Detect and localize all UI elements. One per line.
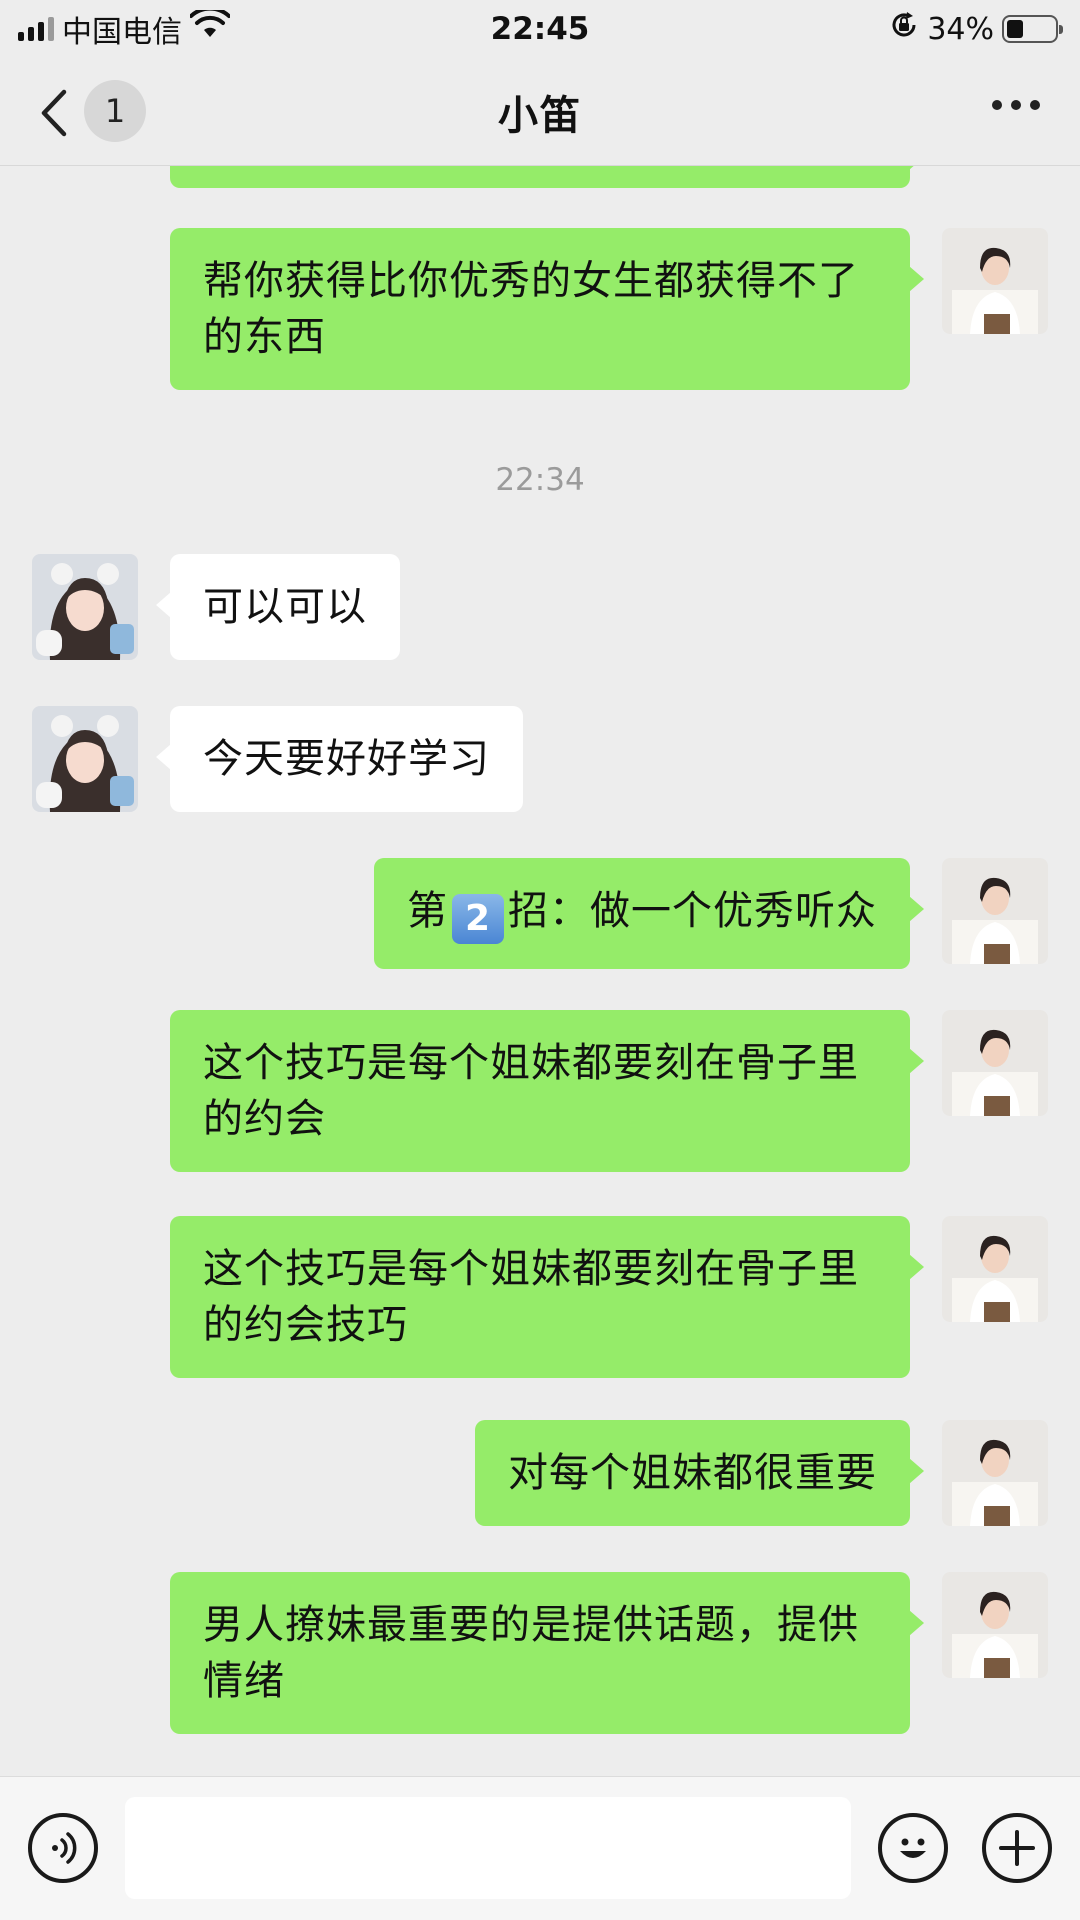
message-bubble-in[interactable]: 可以可以 — [156, 554, 400, 660]
status-right: 34% — [889, 10, 1063, 48]
battery-fill — [1007, 20, 1023, 38]
message-input[interactable] — [125, 1797, 851, 1899]
more-dots-icon[interactable] — [992, 100, 1040, 110]
avatar-contact[interactable] — [32, 706, 138, 812]
message-bubble-out[interactable]: 帮你获得比你优秀的女生都获得不了的东西 — [170, 228, 924, 390]
status-bar: 中国电信 22:45 34% — [0, 0, 1080, 58]
avatar-self[interactable] — [942, 1572, 1048, 1678]
message-bubble-out[interactable]: 男人撩妹最重要的是提供话题，提供情绪 — [170, 1572, 924, 1734]
message-bubble-out[interactable]: 这个技巧是每个姐妹都要刻在骨子里的约会技巧 — [170, 1216, 924, 1378]
message-timestamp: 22:34 — [495, 462, 585, 498]
chat-area[interactable]: 帮你获得比你优秀的女生都获得不了的东西 22:34 可以可以 今天要好好学习 第… — [0, 166, 1080, 1776]
signal-icon — [18, 17, 54, 41]
carrier-label: 中国电信 — [62, 15, 182, 50]
voice-icon[interactable] — [28, 1813, 98, 1883]
avatar-self[interactable] — [942, 1420, 1048, 1526]
avatar-self[interactable] — [942, 228, 1048, 334]
emoji-icon[interactable] — [878, 1813, 948, 1883]
nav-bar: 1 小笛 — [0, 58, 1080, 166]
chevron-left-icon[interactable] — [38, 86, 78, 140]
keycap-two-emoji: 2 — [452, 894, 504, 944]
status-left: 中国电信 — [18, 6, 231, 51]
avatar-self[interactable] — [942, 1010, 1048, 1116]
plus-icon[interactable] — [982, 1813, 1052, 1883]
unread-badge[interactable]: 1 — [84, 80, 146, 142]
input-bar — [0, 1776, 1080, 1920]
message-text: 第 — [407, 888, 448, 934]
rotation-lock-icon — [889, 10, 919, 48]
chat-title: 小笛 — [498, 92, 582, 139]
avatar-self[interactable] — [942, 858, 1048, 964]
message-bubble-out[interactable] — [170, 166, 924, 188]
message-text: 招：做一个优秀听众 — [508, 888, 877, 934]
message-bubble-out[interactable]: 对每个姐妹都很重要 — [475, 1420, 924, 1526]
battery-percent: 34% — [927, 11, 994, 47]
battery-icon — [1002, 15, 1063, 43]
message-bubble-out[interactable]: 第 2 招：做一个优秀听众 — [374, 858, 924, 969]
message-bubble-out[interactable]: 这个技巧是每个姐妹都要刻在骨子里的约会 — [170, 1010, 924, 1172]
avatar-self[interactable] — [942, 1216, 1048, 1322]
wifi-icon — [189, 6, 231, 48]
avatar-contact[interactable] — [32, 554, 138, 660]
message-bubble-in[interactable]: 今天要好好学习 — [156, 706, 523, 812]
